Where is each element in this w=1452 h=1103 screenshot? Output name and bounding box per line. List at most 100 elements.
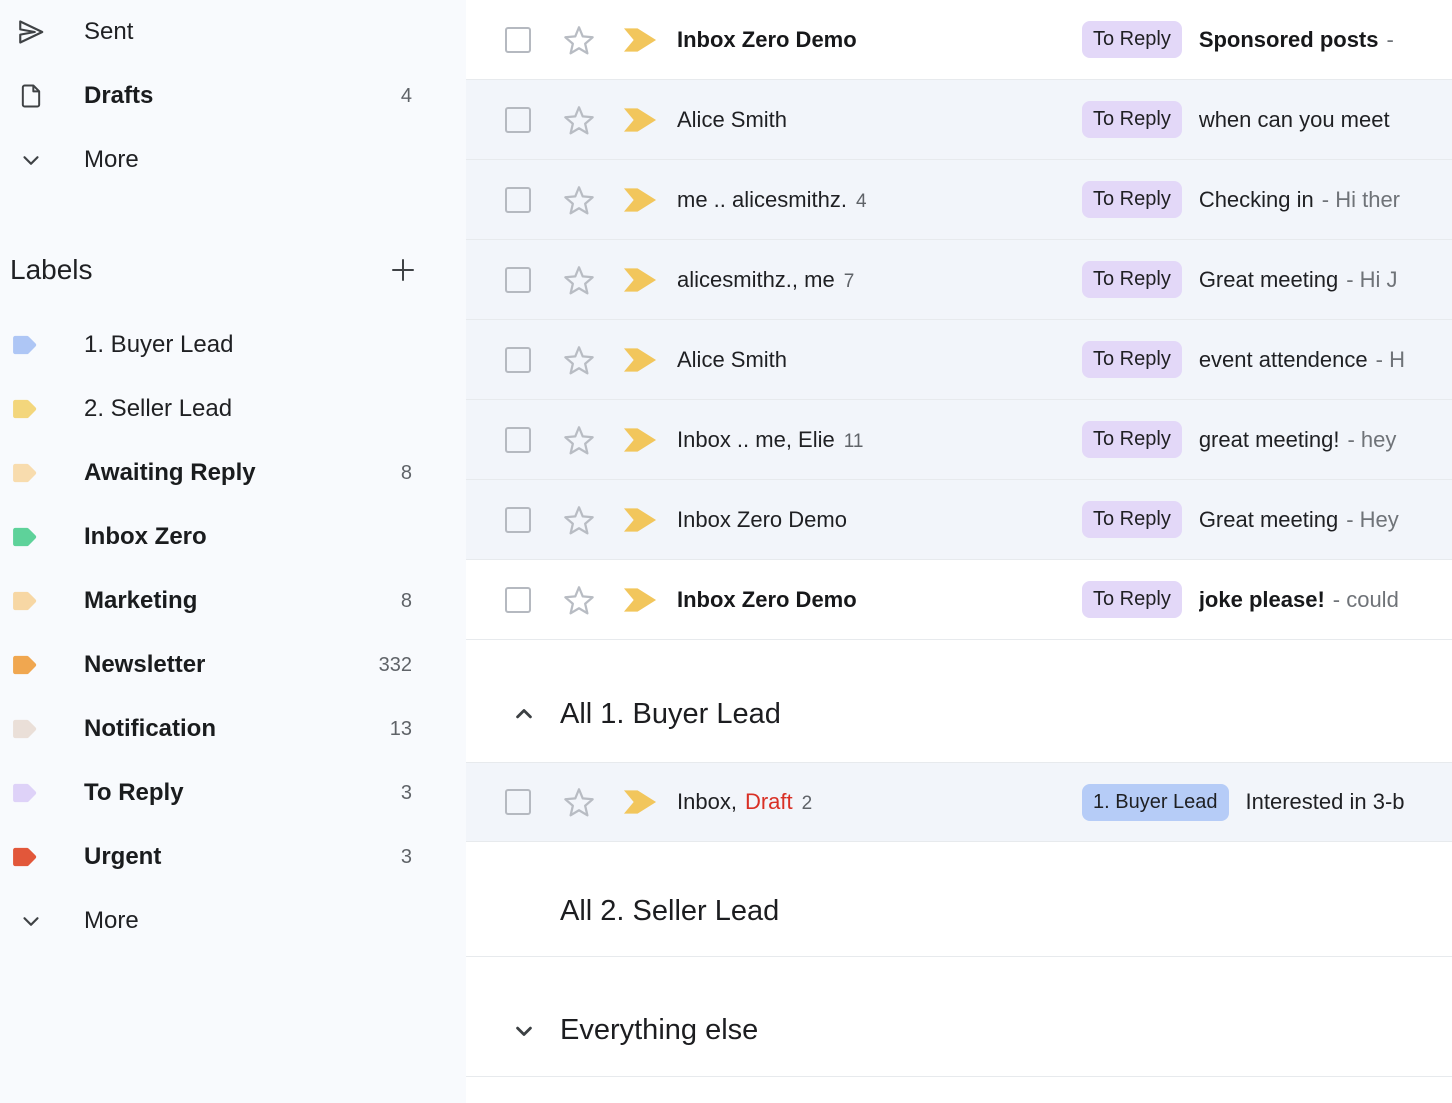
- email-row[interactable]: Inbox Zero Demo To Reply joke please!- c…: [466, 560, 1452, 640]
- star-toggle[interactable]: [561, 342, 597, 378]
- star-toggle[interactable]: [561, 422, 597, 458]
- select-checkbox[interactable]: [505, 507, 531, 533]
- sender-name: alicesmithz., me: [677, 267, 835, 293]
- select-checkbox[interactable]: [505, 427, 531, 453]
- tag-icon: [12, 843, 40, 871]
- sidebar: Sent Drafts 4 More Labels: [0, 0, 466, 1103]
- sidebar-label-newsletter[interactable]: Newsletter 332: [0, 633, 466, 697]
- sidebar-label-seller-lead[interactable]: 2. Seller Lead: [0, 377, 466, 441]
- sidebar-item-label: Sent: [84, 18, 133, 46]
- label-badge-to-reply[interactable]: To Reply: [1082, 101, 1182, 138]
- email-snippet: - Hi J: [1346, 267, 1397, 292]
- labels-list: 1. Buyer Lead 2. Seller Lead Awaiting Re…: [0, 313, 466, 953]
- send-icon: [15, 16, 47, 48]
- label-badge-to-reply[interactable]: To Reply: [1082, 501, 1182, 538]
- select-checkbox[interactable]: [505, 267, 531, 293]
- plus-icon: [388, 255, 418, 285]
- email-subject: Sponsored posts: [1199, 27, 1379, 52]
- label-badge-to-reply[interactable]: To Reply: [1082, 341, 1182, 378]
- select-checkbox[interactable]: [505, 347, 531, 373]
- importance-marker-icon[interactable]: [623, 347, 658, 373]
- draft-icon: [15, 80, 47, 112]
- label-name: To Reply: [84, 779, 184, 807]
- tag-icon: [12, 715, 40, 743]
- tag-icon: [12, 651, 40, 679]
- star-toggle[interactable]: [561, 784, 597, 820]
- section-header-everything-else[interactable]: Everything else: [466, 957, 1452, 1077]
- email-subject: Interested in 3-b: [1246, 789, 1405, 814]
- email-subject: Checking in: [1199, 187, 1314, 212]
- email-row[interactable]: Inbox Zero Demo To Reply Sponsored posts…: [466, 0, 1452, 80]
- thread-count: 7: [844, 271, 855, 293]
- sidebar-label-inbox-zero[interactable]: Inbox Zero: [0, 505, 466, 569]
- importance-marker-icon[interactable]: [623, 507, 658, 533]
- email-row[interactable]: Inbox Zero Demo To Reply Great meeting- …: [466, 480, 1452, 560]
- select-checkbox[interactable]: [505, 27, 531, 53]
- select-checkbox[interactable]: [505, 187, 531, 213]
- importance-marker-icon[interactable]: [623, 789, 658, 815]
- importance-marker-icon[interactable]: [623, 427, 658, 453]
- importance-marker-icon[interactable]: [623, 27, 658, 53]
- email-row[interactable]: Alice Smith To Reply event attendence - H: [466, 320, 1452, 400]
- label-badge-to-reply[interactable]: To Reply: [1082, 21, 1182, 58]
- star-toggle[interactable]: [561, 182, 597, 218]
- sender-name: me .. alicesmithz.: [677, 187, 847, 213]
- section-header-seller-lead[interactable]: All 2. Seller Lead: [466, 842, 1452, 957]
- email-subject: event attendence: [1199, 347, 1368, 372]
- star-toggle[interactable]: [561, 22, 597, 58]
- email-subject: joke please!: [1199, 587, 1325, 612]
- label-count: 8: [401, 462, 412, 485]
- tag-icon: [12, 331, 40, 359]
- select-checkbox[interactable]: [505, 587, 531, 613]
- star-toggle[interactable]: [561, 102, 597, 138]
- label-name: Urgent: [84, 843, 161, 871]
- label-badge-buyer-lead[interactable]: 1. Buyer Lead: [1082, 784, 1229, 821]
- email-row[interactable]: Inbox .. me, Elie11 To Reply great meeti…: [466, 400, 1452, 480]
- label-badge-to-reply[interactable]: To Reply: [1082, 421, 1182, 458]
- email-row[interactable]: me .. alicesmithz.4 To Reply Checking in…: [466, 160, 1452, 240]
- importance-marker-icon[interactable]: [623, 107, 658, 133]
- select-checkbox[interactable]: [505, 107, 531, 133]
- sidebar-labels-more[interactable]: More: [0, 889, 466, 953]
- sidebar-label-marketing[interactable]: Marketing 8: [0, 569, 466, 633]
- importance-marker-icon[interactable]: [623, 267, 658, 293]
- label-name: Newsletter: [84, 651, 205, 679]
- sidebar-label-awaiting-reply[interactable]: Awaiting Reply 8: [0, 441, 466, 505]
- email-snippet: - Hi ther: [1322, 187, 1400, 212]
- label-badge-to-reply[interactable]: To Reply: [1082, 181, 1182, 218]
- sender-name: Inbox .. me, Elie: [677, 427, 835, 453]
- star-toggle[interactable]: [561, 262, 597, 298]
- label-count: 3: [401, 782, 412, 805]
- label-badge-to-reply[interactable]: To Reply: [1082, 261, 1182, 298]
- star-toggle[interactable]: [561, 582, 597, 618]
- tag-icon: [12, 523, 40, 551]
- star-toggle[interactable]: [561, 502, 597, 538]
- section-header-buyer-lead[interactable]: All 1. Buyer Lead: [466, 640, 1452, 762]
- email-row[interactable]: alicesmithz., me 7 To Reply Great meeting…: [466, 240, 1452, 320]
- add-label-button[interactable]: [388, 255, 418, 285]
- email-row[interactable]: Alice Smith To Reply when can you meet: [466, 80, 1452, 160]
- sidebar-item-more[interactable]: More: [0, 128, 466, 192]
- select-checkbox[interactable]: [505, 789, 531, 815]
- drafts-count: 4: [401, 85, 412, 108]
- sidebar-label-to-reply[interactable]: To Reply 3: [0, 761, 466, 825]
- sidebar-item-drafts[interactable]: Drafts 4: [0, 64, 466, 128]
- email-row-draft[interactable]: Inbox, Draft 2 1. Buyer Lead Interested …: [466, 762, 1452, 842]
- importance-marker-icon[interactable]: [623, 187, 658, 213]
- email-snippet: - Hey: [1346, 507, 1399, 532]
- email-subject: Great meeting: [1199, 267, 1338, 292]
- label-badge-to-reply[interactable]: To Reply: [1082, 581, 1182, 618]
- draft-label: Draft: [745, 789, 793, 815]
- sender-name: Inbox,: [677, 789, 737, 815]
- label-count: 3: [401, 846, 412, 869]
- sidebar-label-notification[interactable]: Notification 13: [0, 697, 466, 761]
- email-snippet: - hey: [1347, 427, 1396, 452]
- chevron-down-icon: [15, 905, 47, 937]
- sidebar-item-sent[interactable]: Sent: [0, 0, 466, 64]
- sidebar-label-buyer-lead[interactable]: 1. Buyer Lead: [0, 313, 466, 377]
- email-snippet: - H: [1376, 347, 1405, 372]
- sidebar-label-urgent[interactable]: Urgent 3: [0, 825, 466, 889]
- thread-count: 11: [844, 431, 864, 453]
- sender-name: Alice Smith: [677, 347, 787, 373]
- importance-marker-icon[interactable]: [623, 587, 658, 613]
